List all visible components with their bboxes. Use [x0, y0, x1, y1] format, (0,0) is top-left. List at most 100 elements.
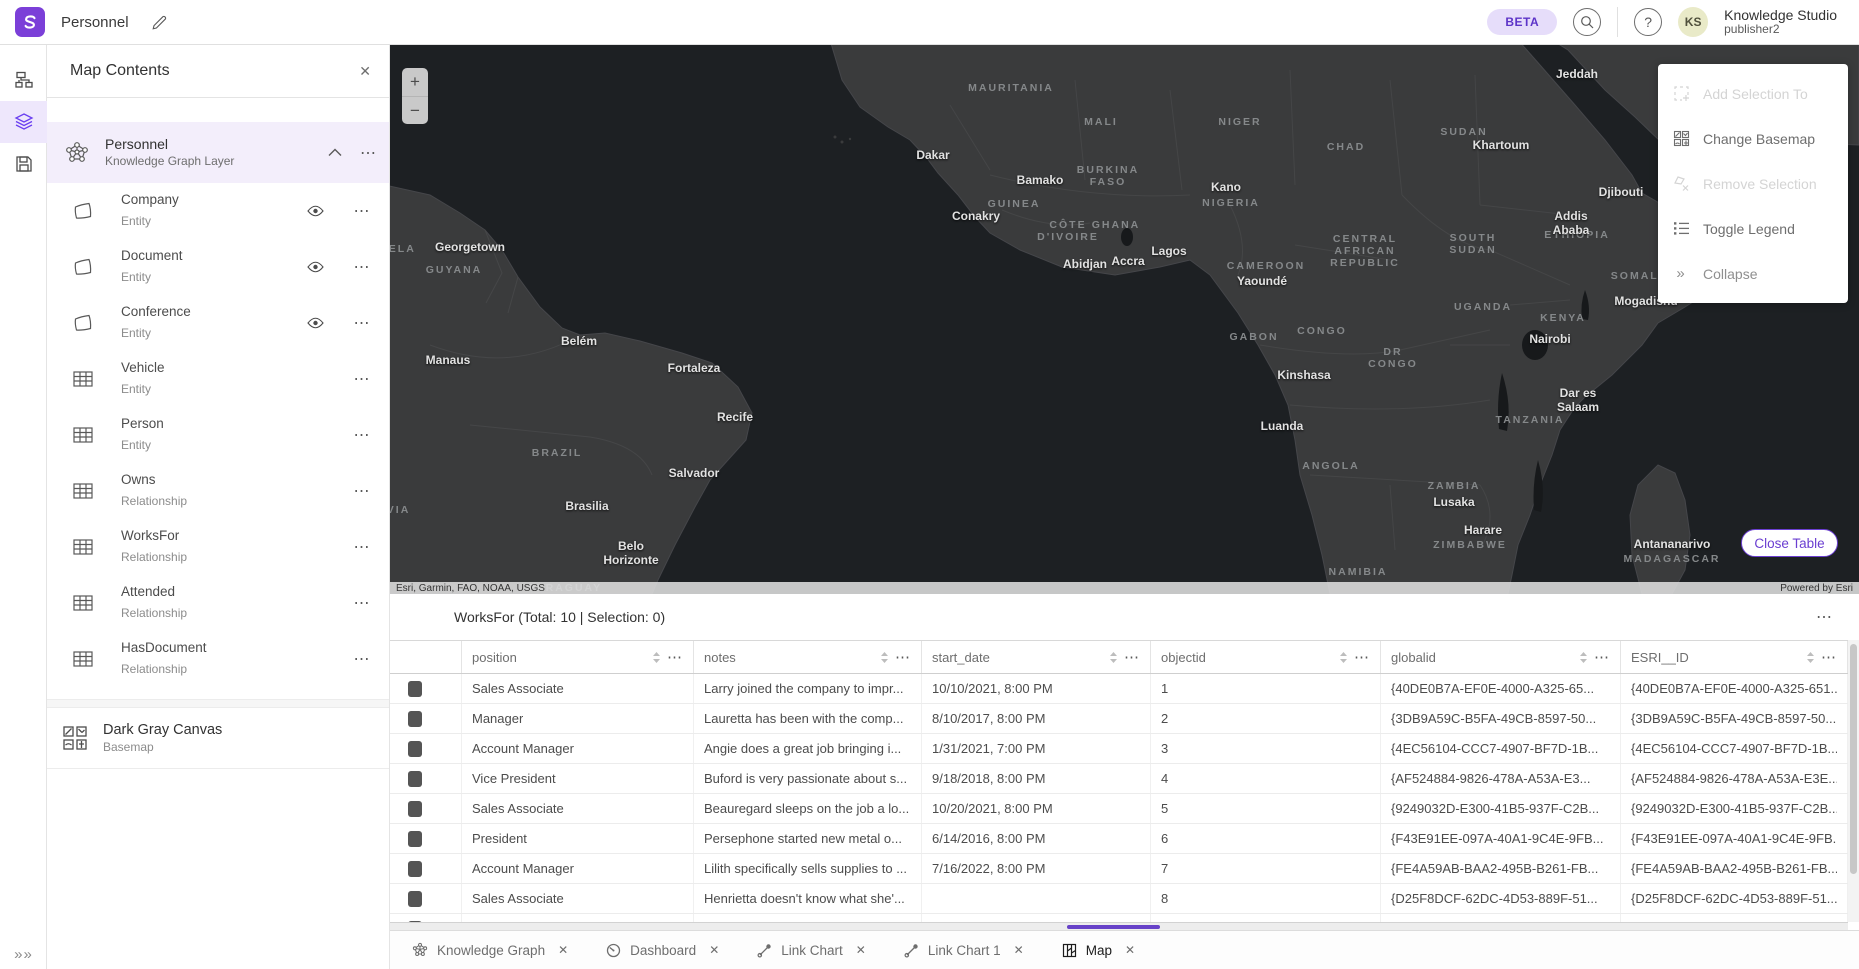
- menu-item-change-basemap[interactable]: Change Basemap: [1658, 116, 1848, 161]
- column-options-button[interactable]: ⋯: [1594, 648, 1610, 666]
- layer-options-button[interactable]: ⋯: [347, 593, 377, 613]
- table-row[interactable]: PresidentPersephone started new metal o.…: [390, 824, 1859, 854]
- table-row[interactable]: Account ManagerLilith specifically sells…: [390, 854, 1859, 884]
- layer-options-button[interactable]: ⋯: [347, 257, 377, 277]
- horizontal-scrollbar-thumb[interactable]: [1067, 925, 1160, 929]
- row-checkbox[interactable]: [408, 681, 422, 697]
- layer-name: Document: [121, 248, 183, 263]
- layer-group-options-button[interactable]: ⋯: [360, 143, 377, 163]
- close-tab-icon[interactable]: ✕: [1125, 943, 1135, 957]
- layer-item-document[interactable]: DocumentEntity⋯: [47, 239, 389, 295]
- column-header-esri__id[interactable]: ESRI__ID⋯: [1621, 641, 1848, 673]
- user-avatar[interactable]: KS: [1678, 7, 1708, 37]
- table-row[interactable]: ManagerLauretta has been with the comp..…: [390, 704, 1859, 734]
- row-checkbox[interactable]: [408, 771, 422, 787]
- basemap-row[interactable]: Dark Gray Canvas Basemap: [47, 708, 389, 769]
- row-checkbox[interactable]: [408, 891, 422, 907]
- menu-item-toggle-legend[interactable]: Toggle Legend: [1658, 206, 1848, 251]
- layer-type: Entity: [121, 326, 151, 340]
- row-checkbox[interactable]: [408, 711, 422, 727]
- zoom-in-button[interactable]: +: [402, 68, 428, 96]
- layer-item-conference[interactable]: ConferenceEntity⋯: [47, 295, 389, 351]
- layer-options-button[interactable]: ⋯: [347, 537, 377, 557]
- layers-button[interactable]: [0, 101, 47, 143]
- table-row[interactable]: Marketing10/12/2021, 7:00 PM9{…{…: [390, 914, 1859, 922]
- map-icon: [1062, 943, 1077, 958]
- layer-options-button[interactable]: ⋯: [347, 425, 377, 445]
- tab-link-chart[interactable]: Link Chart✕: [757, 943, 866, 958]
- sort-icon[interactable]: [1339, 651, 1348, 664]
- layer-item-person[interactable]: PersonEntity⋯: [47, 407, 389, 463]
- layer-options-button[interactable]: ⋯: [347, 369, 377, 389]
- row-checkbox[interactable]: [408, 801, 422, 817]
- visibility-eye-icon[interactable]: [307, 317, 347, 329]
- vertical-scrollbar-thumb[interactable]: [1850, 644, 1857, 874]
- layer-name: Vehicle: [121, 360, 165, 375]
- layer-options-button[interactable]: ⋯: [347, 201, 377, 221]
- table-horizontal-scrollbar[interactable]: [390, 922, 1848, 930]
- column-options-button[interactable]: ⋯: [1354, 648, 1370, 666]
- sort-icon[interactable]: [880, 651, 889, 664]
- search-button[interactable]: [1573, 8, 1601, 36]
- close-tab-icon[interactable]: ✕: [1014, 943, 1024, 957]
- layer-item-vehicle[interactable]: VehicleEntity⋯: [47, 351, 389, 407]
- layer-options-button[interactable]: ⋯: [347, 313, 377, 333]
- tab-map[interactable]: Map✕: [1062, 943, 1135, 958]
- help-button[interactable]: ?: [1634, 8, 1662, 36]
- map-canvas[interactable]: MAURITANIAMALINIGERCHADSUDANBURKINA FASO…: [390, 45, 1859, 594]
- tab-dashboard[interactable]: Dashboard✕: [606, 943, 719, 958]
- table-row[interactable]: Sales AssociateLarry joined the company …: [390, 674, 1859, 704]
- row-checkbox[interactable]: [408, 741, 422, 757]
- column-header-position[interactable]: position⋯: [462, 641, 694, 673]
- tab-link-chart-1[interactable]: Link Chart 1✕: [904, 943, 1024, 958]
- hierarchy-button[interactable]: [0, 59, 47, 101]
- column-options-button[interactable]: ⋯: [1821, 648, 1837, 666]
- column-options-button[interactable]: ⋯: [895, 648, 911, 666]
- close-tab-icon[interactable]: ✕: [856, 943, 866, 957]
- app-logo[interactable]: [15, 7, 45, 37]
- layer-item-owns[interactable]: OwnsRelationship⋯: [47, 463, 389, 519]
- edit-title-button[interactable]: [151, 14, 168, 31]
- layer-options-button[interactable]: ⋯: [347, 649, 377, 669]
- layer-item-worksfor[interactable]: WorksForRelationship⋯: [47, 519, 389, 575]
- sort-icon[interactable]: [652, 651, 661, 664]
- row-checkbox[interactable]: [408, 861, 422, 877]
- layer-options-button[interactable]: ⋯: [347, 481, 377, 501]
- table-row[interactable]: Account ManagerAngie does a great job br…: [390, 734, 1859, 764]
- column-options-button[interactable]: ⋯: [667, 648, 683, 666]
- sort-icon[interactable]: [1806, 651, 1815, 664]
- column-header-start_date[interactable]: start_date⋯: [922, 641, 1151, 673]
- visibility-eye-icon[interactable]: [307, 205, 347, 217]
- menu-item-collapse[interactable]: »Collapse: [1658, 251, 1848, 296]
- sort-icon[interactable]: [1579, 651, 1588, 664]
- legend-icon: [1672, 221, 1690, 236]
- collapse-group-button[interactable]: [328, 148, 342, 157]
- layer-item-company[interactable]: CompanyEntity⋯: [47, 183, 389, 239]
- table-row[interactable]: Vice PresidentBuford is very passionate …: [390, 764, 1859, 794]
- user-info[interactable]: Knowledge Studio publisher2: [1724, 7, 1837, 37]
- sort-icon[interactable]: [1109, 651, 1118, 664]
- visibility-eye-icon[interactable]: [307, 261, 347, 273]
- table-vertical-scrollbar[interactable]: [1848, 640, 1859, 922]
- column-options-button[interactable]: ⋯: [1124, 648, 1140, 666]
- header-divider: [1617, 7, 1618, 37]
- zoom-out-button[interactable]: −: [402, 96, 428, 124]
- close-panel-button[interactable]: ✕: [359, 63, 371, 80]
- close-table-button[interactable]: Close Table: [1741, 529, 1838, 557]
- table-options-button[interactable]: ⋯: [1816, 607, 1833, 627]
- column-header-objectid[interactable]: objectid⋯: [1151, 641, 1381, 673]
- close-tab-icon[interactable]: ✕: [709, 943, 719, 957]
- layer-group-personnel[interactable]: Personnel Knowledge Graph Layer ⋯: [47, 122, 389, 183]
- layer-name: WorksFor: [121, 528, 179, 543]
- row-checkbox[interactable]: [408, 831, 422, 847]
- layer-item-hasdocument[interactable]: HasDocumentRelationship⋯: [47, 631, 389, 687]
- table-row[interactable]: Sales AssociateBeauregard sleeps on the …: [390, 794, 1859, 824]
- save-button[interactable]: [0, 143, 47, 185]
- expand-rail-button[interactable]: »»: [0, 941, 47, 967]
- column-header-globalid[interactable]: globalid⋯: [1381, 641, 1621, 673]
- close-tab-icon[interactable]: ✕: [558, 943, 568, 957]
- layer-item-attended[interactable]: AttendedRelationship⋯: [47, 575, 389, 631]
- column-header-notes[interactable]: notes⋯: [694, 641, 922, 673]
- tab-knowledge-graph[interactable]: Knowledge Graph✕: [412, 942, 568, 958]
- table-row[interactable]: Sales AssociateHenrietta doesn't know wh…: [390, 884, 1859, 914]
